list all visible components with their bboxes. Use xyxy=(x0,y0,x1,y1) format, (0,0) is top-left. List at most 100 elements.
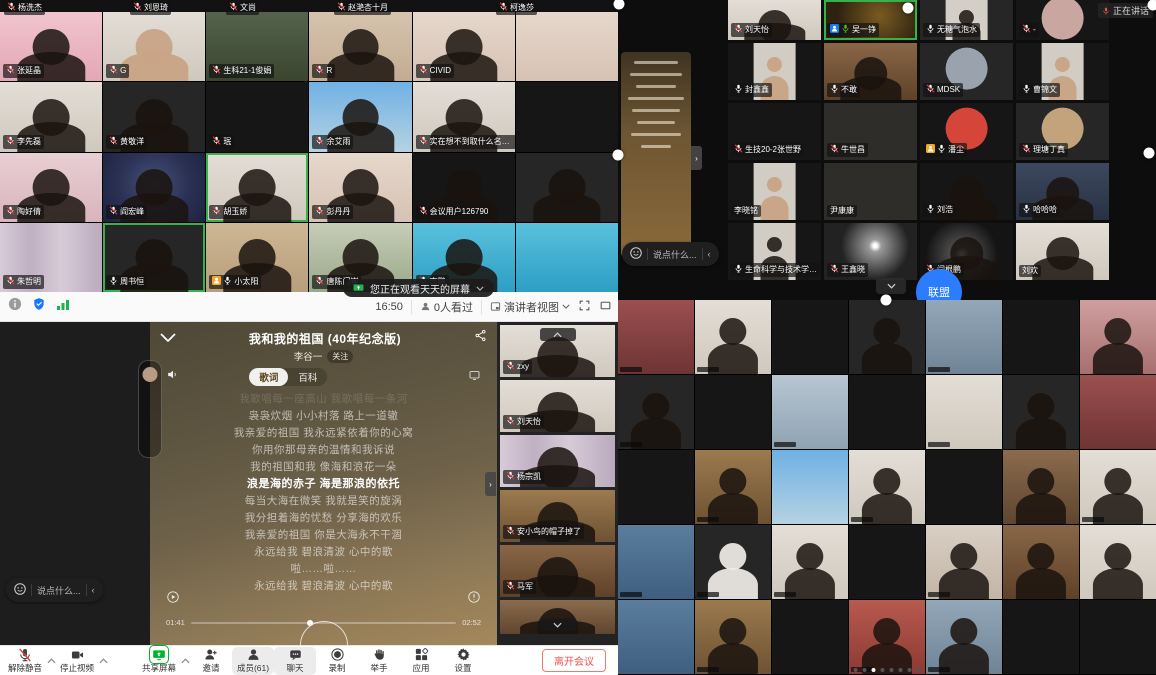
participant-tile[interactable]: 胡玉娇 xyxy=(206,153,308,222)
participant-tile[interactable]: 无糖气泡水 xyxy=(920,0,1013,40)
participant-tile[interactable]: 朱哲明 xyxy=(0,223,102,292)
participant-tile[interactable] xyxy=(849,375,925,449)
participant-tile[interactable]: 哈哈哈 xyxy=(1016,163,1109,220)
participant-tile[interactable]: 不敢 xyxy=(824,43,917,100)
participant-tile[interactable]: 王鑫晓 xyxy=(824,223,917,280)
participant-tile[interactable]: 小太阳 xyxy=(206,223,308,292)
next-page-handle[interactable]: › xyxy=(485,472,496,496)
participant-tile[interactable]: zxy xyxy=(500,325,615,377)
collapse-chat-icon[interactable]: ‹ xyxy=(92,585,95,595)
participant-tile[interactable]: 刘天怡 xyxy=(500,380,615,432)
toolbar-settings-button[interactable]: 设置 xyxy=(442,647,484,675)
participant-tile[interactable]: 李晓铭 xyxy=(728,163,821,220)
participant-tile[interactable] xyxy=(516,82,618,151)
artist-badge[interactable]: 关注 xyxy=(327,350,353,363)
pagination-dot[interactable] xyxy=(899,668,903,672)
participant-tile[interactable] xyxy=(1080,450,1156,524)
toolbar-chat-button[interactable]: 聊天 xyxy=(274,647,316,675)
report-icon[interactable] xyxy=(467,590,481,609)
selection-handle[interactable] xyxy=(613,150,624,161)
pagination-dot[interactable] xyxy=(872,668,876,672)
participant-tile[interactable] xyxy=(926,375,1002,449)
participant-tile[interactable] xyxy=(695,600,771,674)
participant-tile[interactable] xyxy=(1003,450,1079,524)
participant-tile[interactable]: - xyxy=(1016,0,1109,40)
share-song-icon[interactable] xyxy=(474,329,487,347)
viewer-count[interactable]: 0人看过 xyxy=(420,299,473,315)
participant-tile[interactable]: 彭丹丹 xyxy=(309,153,411,222)
participant-tile[interactable]: 黄敬洋 xyxy=(103,82,205,151)
toolbar-camera-button[interactable]: 停止视频 xyxy=(56,647,98,675)
participant-tile[interactable]: 珉 xyxy=(206,82,308,151)
participant-tile[interactable]: 刘欢 xyxy=(1016,223,1109,280)
participant-tile[interactable]: 生技20-2张世野 xyxy=(728,103,821,160)
participant-tile[interactable]: 刘浩 xyxy=(920,163,1013,220)
participant-tile[interactable] xyxy=(849,450,925,524)
participant-tile[interactable] xyxy=(1003,525,1079,599)
participant-tile[interactable]: 余艾雨 xyxy=(309,82,411,151)
participant-tile[interactable] xyxy=(772,600,848,674)
participant-tile[interactable]: 安小鸟的帽子掉了 xyxy=(500,490,615,542)
participant-tile[interactable]: 张延晶 xyxy=(0,12,102,81)
security-shield-icon[interactable] xyxy=(32,297,46,316)
participant-tile[interactable]: 生科21-1俊娟 xyxy=(206,12,308,81)
selection-handle[interactable] xyxy=(1148,0,1156,11)
participant-tile[interactable] xyxy=(618,525,694,599)
speaker-icon[interactable] xyxy=(166,368,179,386)
pagination-dot[interactable] xyxy=(854,668,858,672)
pagination-dot[interactable] xyxy=(881,668,885,672)
participant-tile[interactable]: 曹锦文 xyxy=(1016,43,1109,100)
chat-placeholder[interactable]: 说点什么... xyxy=(653,248,697,261)
selection-handle[interactable] xyxy=(1144,148,1155,159)
pagination-dot[interactable] xyxy=(917,668,921,672)
pagination-dot[interactable] xyxy=(908,668,912,672)
participant-tile[interactable] xyxy=(849,600,925,674)
scroll-down-button[interactable] xyxy=(540,618,576,631)
participant-tile[interactable]: 周书恒 xyxy=(103,223,205,292)
watching-screen-banner[interactable]: 您正在观看天天的屏幕 xyxy=(343,279,494,297)
tab-lyrics[interactable]: 歌词 xyxy=(249,368,288,386)
selection-handle[interactable] xyxy=(903,3,914,14)
info-icon[interactable] xyxy=(8,297,22,316)
pagination-dot[interactable] xyxy=(863,668,867,672)
participant-tile[interactable]: R xyxy=(309,12,411,81)
participant-tile[interactable] xyxy=(772,375,848,449)
window-mode-icon[interactable] xyxy=(599,299,612,315)
network-signal-icon[interactable] xyxy=(56,298,70,316)
toolbar-record-button[interactable]: 录制 xyxy=(316,647,358,675)
view-mode-selector[interactable]: 演讲者视图 xyxy=(490,299,570,315)
toolbar-caret-up[interactable] xyxy=(46,647,56,675)
participant-tile[interactable]: 封鑫鑫 xyxy=(728,43,821,100)
participant-tile[interactable]: 刘天怡 xyxy=(728,0,821,40)
participant-tile[interactable] xyxy=(516,153,618,222)
participant-tile[interactable] xyxy=(618,600,694,674)
toolbar-screen-button[interactable]: 共享屏幕 xyxy=(138,647,180,675)
participant-tile[interactable]: MDSK xyxy=(920,43,1013,100)
participant-tile[interactable]: 尹康康 xyxy=(824,163,917,220)
fullscreen-icon[interactable] xyxy=(578,299,591,315)
toolbar-invite-button[interactable]: 邀请 xyxy=(190,647,232,675)
tab-wiki[interactable]: 百科 xyxy=(288,368,327,386)
participant-tile[interactable] xyxy=(1003,375,1079,449)
toolbar-mic-button[interactable]: 解除静音 xyxy=(4,647,46,675)
participant-tile[interactable] xyxy=(849,525,925,599)
participant-tile[interactable] xyxy=(926,300,1002,374)
participant-tile[interactable]: 理塘丁真 xyxy=(1016,103,1109,160)
participant-tile[interactable]: 会议用户126790 xyxy=(413,153,515,222)
expand-panel-handle[interactable]: › xyxy=(691,146,702,170)
collapse-player-icon[interactable] xyxy=(160,329,176,347)
cast-screen-icon[interactable] xyxy=(468,368,481,386)
collapse-strip-button[interactable] xyxy=(540,328,576,341)
participant-tile[interactable]: 阎宏峰 xyxy=(103,153,205,222)
participant-tile[interactable] xyxy=(772,300,848,374)
mini-play-icon[interactable] xyxy=(166,590,180,609)
participant-tile[interactable] xyxy=(1080,600,1156,674)
participant-tile[interactable] xyxy=(926,450,1002,524)
participant-tile[interactable]: G xyxy=(103,12,205,81)
participant-tile[interactable] xyxy=(772,450,848,524)
participant-tile[interactable] xyxy=(516,12,618,81)
participant-tile[interactable] xyxy=(926,525,1002,599)
participant-tile[interactable] xyxy=(500,600,615,634)
participant-tile[interactable] xyxy=(1080,375,1156,449)
collapse-grid-button[interactable] xyxy=(876,278,906,294)
